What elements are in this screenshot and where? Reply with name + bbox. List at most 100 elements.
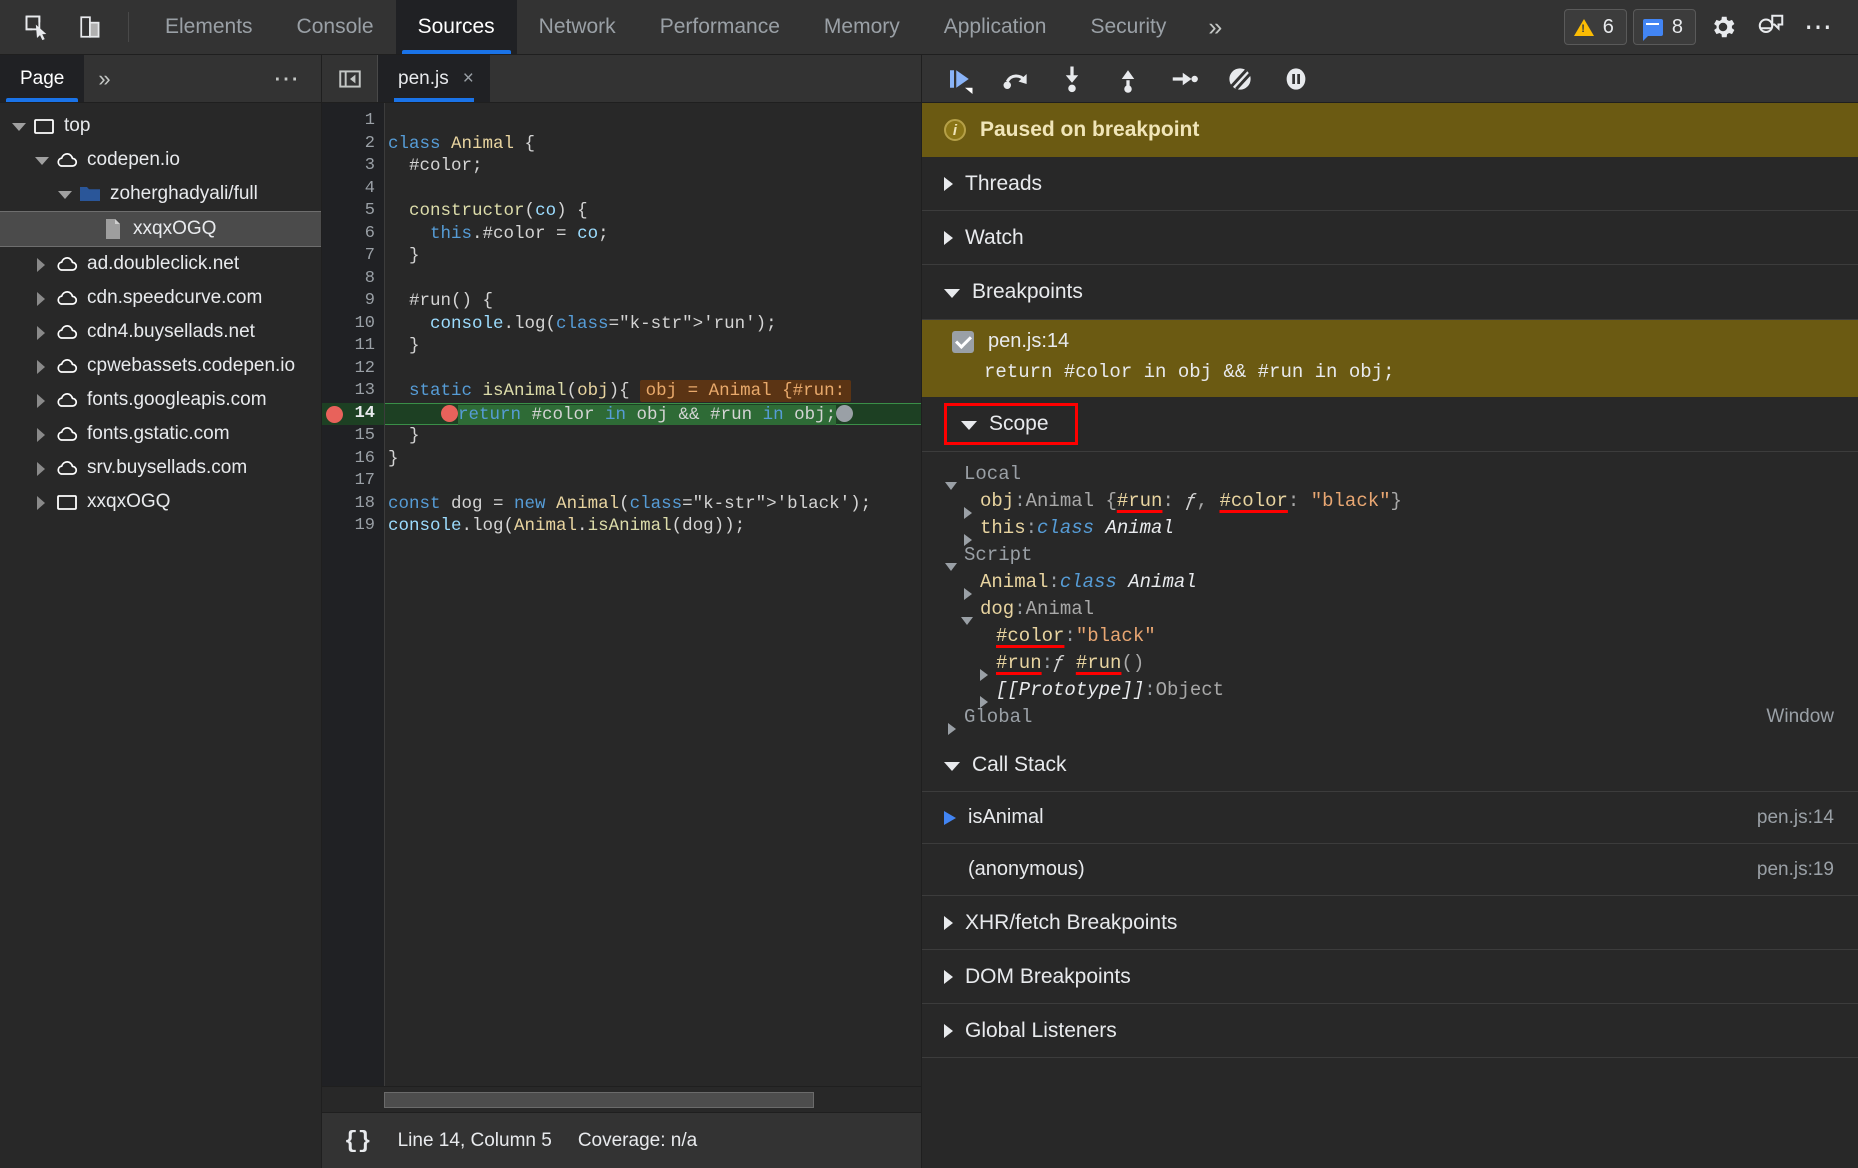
line-number[interactable]: 19 [322, 515, 384, 538]
chevron-down-icon[interactable] [33, 152, 49, 168]
scope-variable-row[interactable]: this: class Animal [944, 514, 1858, 541]
section-global-listeners[interactable]: Global Listeners [922, 1004, 1858, 1058]
more-tabs-chevron-icon[interactable]: » [1188, 13, 1239, 42]
code-line[interactable] [385, 110, 921, 133]
file-tree-item[interactable]: xxqxOGQ [0, 485, 321, 519]
tab-sources[interactable]: Sources [396, 0, 517, 54]
code-line[interactable]: #color; [385, 155, 921, 178]
warnings-counter-button[interactable]: 6 [1564, 9, 1627, 45]
code-content[interactable]: class Animal { #color; constructor(co) {… [384, 103, 921, 1086]
pretty-print-icon[interactable]: {} [344, 1128, 372, 1154]
code-line[interactable]: } [385, 245, 921, 268]
section-breakpoints[interactable]: Breakpoints [922, 265, 1858, 319]
tab-performance[interactable]: Performance [638, 0, 802, 54]
code-line[interactable]: console.log(class="k-str">'run'); [385, 313, 921, 336]
section-call-stack[interactable]: Call Stack [922, 738, 1858, 792]
code-editor[interactable]: 12345678910111213141516171819 class Anim… [322, 103, 921, 1086]
chevron-down-icon[interactable] [10, 118, 26, 134]
scope-variable-row[interactable]: #run: ƒ #run() [944, 649, 1858, 676]
line-number[interactable]: 13 [322, 380, 384, 403]
line-number-with-breakpoint[interactable]: 14 [322, 403, 384, 426]
chevron-right-icon[interactable] [33, 392, 49, 408]
code-line[interactable]: } [385, 425, 921, 448]
line-number[interactable]: 6 [322, 223, 384, 246]
inspect-element-icon[interactable] [14, 4, 60, 50]
file-tree-item[interactable]: cdn.speedcurve.com [0, 281, 321, 315]
close-icon[interactable]: × [463, 68, 474, 90]
code-line[interactable]: static isAnimal(obj){obj = Animal {#run: [385, 380, 921, 403]
breakpoint-checkbox[interactable] [952, 331, 974, 353]
chevron-right-icon[interactable] [33, 426, 49, 442]
code-line[interactable]: } [385, 448, 921, 471]
gear-icon[interactable] [1702, 6, 1744, 48]
line-number[interactable]: 17 [322, 470, 384, 493]
step-into-button[interactable] [1048, 58, 1096, 100]
file-tree-item[interactable]: srv.buysellads.com [0, 451, 321, 485]
section-dom-breakpoints[interactable]: DOM Breakpoints [922, 950, 1858, 1004]
call-stack-frame[interactable]: (anonymous)pen.js:19 [922, 844, 1858, 896]
section-xhr-fetch-breakpoints[interactable]: XHR/fetch Breakpoints [922, 896, 1858, 950]
scope-group-script[interactable]: Script [944, 541, 1858, 568]
code-line[interactable] [385, 178, 921, 201]
tab-console[interactable]: Console [275, 0, 396, 54]
editor-horizontal-scrollbar[interactable] [322, 1086, 921, 1112]
file-tree-item[interactable]: cpwebassets.codepen.io [0, 349, 321, 383]
file-tree-item[interactable]: ad.doubleclick.net [0, 247, 321, 281]
code-line[interactable]: constructor(co) { [385, 200, 921, 223]
line-number-gutter[interactable]: 12345678910111213141516171819 [322, 103, 384, 1086]
chevron-down-icon[interactable] [56, 186, 72, 202]
line-number[interactable]: 12 [322, 358, 384, 381]
code-line[interactable]: class Animal { [385, 133, 921, 156]
navigator-tab-page[interactable]: Page [0, 55, 84, 102]
scope-variables-tree[interactable]: Localobj: Animal {#run: ƒ, #color: "blac… [922, 451, 1858, 730]
line-number[interactable]: 1 [322, 110, 384, 133]
chevron-right-icon[interactable] [33, 290, 49, 306]
tab-security[interactable]: Security [1068, 0, 1188, 54]
code-line[interactable] [385, 470, 921, 493]
file-tree-item[interactable]: top [0, 109, 321, 143]
continue-to-here-icon[interactable] [836, 405, 853, 422]
scope-variable-row[interactable]: obj: Animal {#run: ƒ, #color: "black"} [944, 487, 1858, 514]
line-number[interactable]: 5 [322, 200, 384, 223]
line-number[interactable]: 10 [322, 313, 384, 336]
scrollbar-thumb[interactable] [384, 1092, 814, 1108]
step-over-button[interactable] [992, 58, 1040, 100]
chevron-right-icon[interactable] [33, 494, 49, 510]
file-tree-item[interactable]: fonts.googleapis.com [0, 383, 321, 417]
line-number[interactable]: 4 [322, 178, 384, 201]
deactivate-breakpoints-button[interactable] [1216, 58, 1264, 100]
section-scope[interactable]: Scope [922, 397, 1858, 451]
editor-tab-penjs[interactable]: pen.js × [378, 55, 490, 102]
file-tree-item[interactable]: xxqxOGQ [0, 211, 321, 247]
section-watch[interactable]: Watch [922, 211, 1858, 265]
scope-group-local[interactable]: Local [944, 460, 1858, 487]
messages-counter-button[interactable]: 8 [1633, 9, 1696, 45]
code-line[interactable] [385, 268, 921, 291]
line-number[interactable]: 16 [322, 448, 384, 471]
code-line[interactable] [385, 358, 921, 381]
file-tree-item[interactable]: cdn4.buysellads.net [0, 315, 321, 349]
code-line[interactable]: console.log(Animal.isAnimal(dog)); [385, 515, 921, 538]
resume-script-execution-button[interactable] [936, 58, 984, 100]
chevron-right-icon[interactable] [33, 324, 49, 340]
more-options-icon[interactable]: ⋯ [1798, 6, 1840, 48]
file-tree-item[interactable]: codepen.io [0, 143, 321, 177]
line-number[interactable]: 7 [322, 245, 384, 268]
feedback-icon[interactable] [1750, 6, 1792, 48]
code-line[interactable]: const dog = new Animal(class="k-str">'bl… [385, 493, 921, 516]
step-button[interactable] [1160, 58, 1208, 100]
code-line[interactable]: #run() { [385, 290, 921, 313]
chevron-right-icon[interactable] [33, 256, 49, 272]
navigator-more-tabs-chevron-icon[interactable]: » [84, 55, 121, 102]
line-number[interactable]: 15 [322, 425, 384, 448]
chevron-right-icon[interactable] [33, 460, 49, 476]
file-tree-item[interactable]: zoherghadyali/full [0, 177, 321, 211]
line-number[interactable]: 18 [322, 493, 384, 516]
code-line-executing[interactable]: return #color in obj && #run in obj; [385, 403, 921, 426]
scope-variable-row[interactable]: #color: "black" [944, 622, 1858, 649]
line-number[interactable]: 11 [322, 335, 384, 358]
scope-variable-row[interactable]: dog: Animal [944, 595, 1858, 622]
section-threads[interactable]: Threads [922, 157, 1858, 211]
show-navigator-icon[interactable] [322, 55, 378, 102]
tab-application[interactable]: Application [922, 0, 1069, 54]
